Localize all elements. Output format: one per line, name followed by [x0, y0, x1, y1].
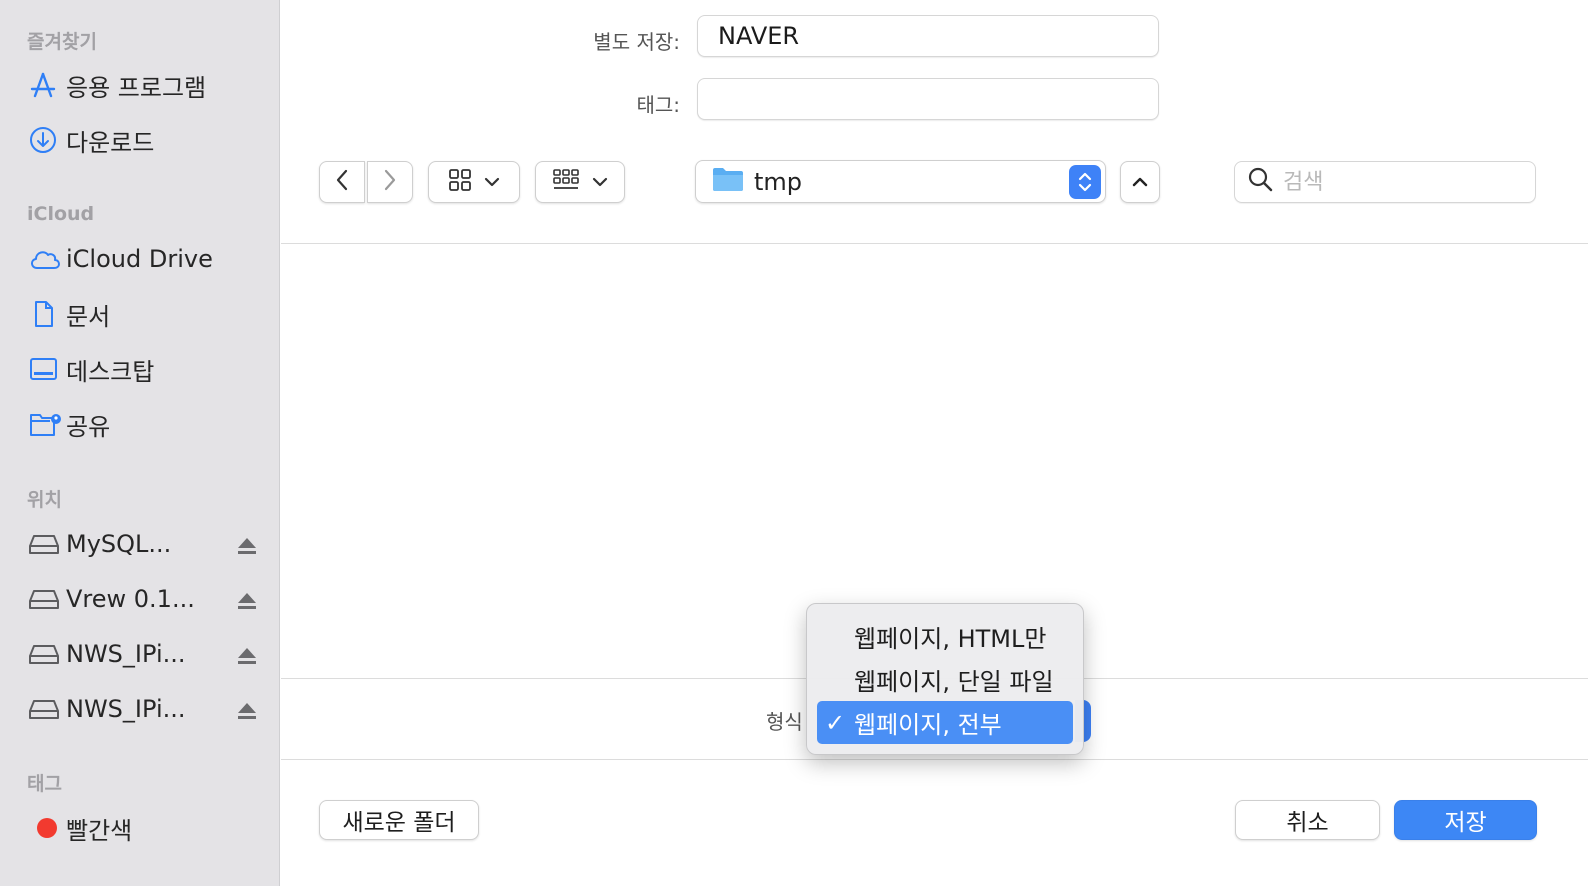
sidebar-item-label: 문서 [66, 302, 111, 331]
sidebar-item-tag-red[interactable]: 빨간색 [28, 808, 258, 848]
group-by-button[interactable] [535, 161, 625, 203]
icloud-icon [28, 243, 66, 275]
drive-icon [28, 693, 66, 725]
eject-icon[interactable] [236, 699, 258, 719]
search-icon [1247, 166, 1273, 198]
eject-icon[interactable] [236, 589, 258, 609]
sidebar-item-location-nws-2[interactable]: NWS_IPi... [28, 689, 258, 729]
sidebar-item-location-mysql[interactable]: MySQL... [28, 524, 258, 564]
chevron-up-icon [1132, 173, 1148, 192]
chevron-down-icon [484, 173, 500, 192]
sidebar-section-favorites: 즐겨찾기 [27, 31, 97, 53]
tags-label: 태그: [636, 93, 680, 117]
sidebar-item-label: iCloud Drive [66, 245, 213, 273]
sidebar-item-downloads[interactable]: 다운로드 [28, 120, 258, 160]
sidebar-item-label: 공유 [66, 412, 111, 441]
sidebar-item-documents[interactable]: 문서 [28, 294, 258, 334]
eject-icon[interactable] [236, 644, 258, 664]
save-dialog-main: 별도 저장: NAVER 태그: tmp 검색 형식 웹페이지, HTML만 웹… [281, 0, 1588, 886]
sidebar-item-location-vrew[interactable]: Vrew 0.1... [28, 579, 258, 619]
drive-icon [28, 583, 66, 615]
tags-input[interactable] [697, 78, 1159, 120]
sidebar: 즐겨찾기 응용 프로그램 다운로드 iCloud iCloud Drive 문서… [0, 0, 280, 886]
sidebar-item-applications[interactable]: 응용 프로그램 [28, 65, 258, 105]
search-field[interactable] [1234, 161, 1536, 203]
sidebar-item-label: 빨간색 [66, 816, 133, 845]
document-icon [28, 298, 66, 330]
red-tag-icon [28, 812, 66, 844]
options-divider-bottom [281, 759, 1588, 760]
save-as-input[interactable]: NAVER [697, 15, 1159, 57]
chevron-down-icon [592, 173, 608, 192]
drive-icon [28, 528, 66, 560]
format-menu: 웹페이지, HTML만 웹페이지, 단일 파일 ✓ 웹페이지, 전부 [806, 603, 1084, 755]
drive-icon [28, 638, 66, 670]
sidebar-item-icloud-drive[interactable]: iCloud Drive [28, 239, 258, 279]
sidebar-item-shared[interactable]: 공유 [28, 404, 258, 444]
sidebar-item-label: 다운로드 [66, 128, 155, 157]
new-folder-button[interactable]: 새로운 폴더 [319, 800, 479, 840]
sidebar-item-desktop[interactable]: 데스크탑 [28, 349, 258, 389]
gallery-view-icon [552, 168, 580, 196]
save-button[interactable]: 저장 [1394, 800, 1537, 840]
sidebar-item-label: NWS_IPi... [66, 695, 186, 723]
cancel-button[interactable]: 취소 [1235, 800, 1380, 840]
format-option-single-file[interactable]: 웹페이지, 단일 파일 [817, 658, 1073, 701]
sidebar-item-label: 데스크탑 [66, 357, 155, 386]
eject-icon[interactable] [236, 534, 258, 554]
icon-view-icon [448, 168, 472, 196]
forward-button[interactable] [367, 161, 413, 203]
format-label: 형식 [766, 710, 803, 734]
sidebar-item-label: Vrew 0.1... [66, 585, 195, 613]
sidebar-section-locations: 위치 [27, 489, 62, 511]
search-input[interactable] [1283, 169, 1523, 195]
format-option-html-only[interactable]: 웹페이지, HTML만 [817, 615, 1073, 658]
sidebar-section-tags: 태그 [27, 773, 62, 795]
sidebar-item-label: 응용 프로그램 [66, 73, 207, 102]
sidebar-item-location-nws-1[interactable]: NWS_IPi... [28, 634, 258, 674]
save-as-label: 별도 저장: [593, 30, 680, 54]
chevron-right-icon [382, 168, 398, 196]
location-popup[interactable]: tmp [695, 160, 1106, 203]
shared-folder-icon [28, 408, 66, 440]
checkmark-icon: ✓ [825, 709, 846, 737]
back-button[interactable] [319, 161, 365, 203]
applications-icon [28, 69, 66, 101]
updown-chevron-icon [1069, 165, 1101, 199]
chevron-left-icon [334, 168, 350, 196]
view-mode-button[interactable] [428, 161, 520, 203]
sidebar-item-label: NWS_IPi... [66, 640, 186, 668]
downloads-icon [28, 124, 66, 156]
format-option-complete[interactable]: ✓ 웹페이지, 전부 [817, 701, 1073, 744]
sidebar-item-label: MySQL... [66, 530, 172, 558]
sidebar-section-icloud: iCloud [27, 203, 95, 225]
location-label: tmp [754, 167, 803, 196]
collapse-button[interactable] [1120, 161, 1160, 203]
desktop-icon [28, 353, 66, 385]
folder-icon [712, 166, 744, 198]
